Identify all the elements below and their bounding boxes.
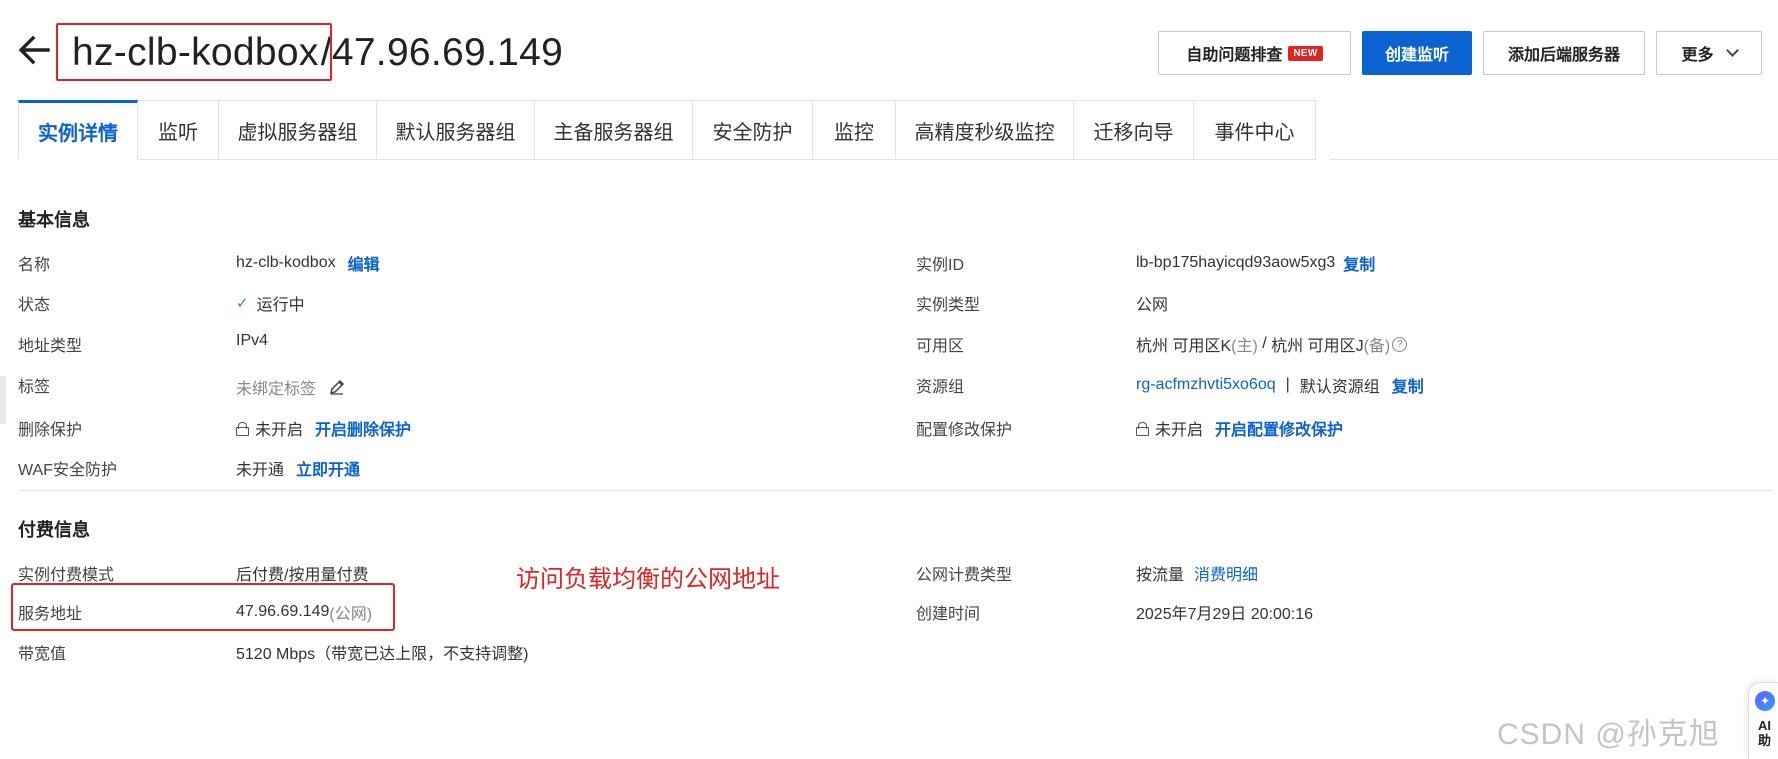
tab-bar: 实例详情 监听 虚拟服务器组 默认服务器组 主备服务器组 安全防护 监控 高精度… — [18, 100, 1316, 160]
tab-primary-backup-server-group[interactable]: 主备服务器组 — [535, 100, 693, 160]
side-collapse-handle[interactable] — [0, 376, 6, 424]
tab-instance-details[interactable]: 实例详情 — [18, 100, 138, 160]
help-question-icon[interactable]: ? — [1392, 336, 1408, 352]
zone-backup-tag: (备) — [1363, 338, 1391, 355]
delete-protection-row: 未开启 开启删除保护 — [236, 416, 411, 440]
config-protection-row: 未开启 开启配置修改保护 — [1136, 416, 1343, 440]
instance-type-label: 实例类型 — [916, 297, 981, 314]
tag-value-row: 未绑定标签 — [236, 375, 346, 399]
resource-group-id-link[interactable]: rg-acfmzhvti5xo6oq — [1136, 376, 1276, 394]
instance-id-row: lb-bp175hayicqd93aow5xg3 复制 — [1136, 251, 1375, 275]
tab-monitoring[interactable]: 监控 — [813, 100, 896, 160]
page-header: hz-clb-kodbox/47.96.69.149 自助问题排查 NEW 创建… — [0, 0, 1778, 100]
self-help-label: 自助问题排查 — [1186, 47, 1283, 64]
basic-info-title: 基本信息 — [18, 210, 90, 230]
bandwidth-value: 5120 Mbps（带宽已达上限，不支持调整) — [236, 646, 529, 663]
ai-assistant-widget[interactable]: ✦ AI 助 — [1748, 682, 1778, 759]
tab-default-server-group[interactable]: 默认服务器组 — [377, 100, 535, 160]
status-label: 状态 — [18, 297, 51, 314]
instance-ip-title: /47.96.69.149 — [320, 31, 564, 74]
check-icon: ✓ — [236, 295, 249, 312]
billing-mode-label: 实例付费模式 — [18, 567, 115, 584]
instance-id-label: 实例ID — [916, 257, 965, 274]
lock-icon — [236, 422, 249, 436]
status-value: 运行中 — [256, 297, 305, 314]
add-backend-server-button[interactable]: 添加后端服务器 — [1483, 31, 1645, 75]
resource-group-row: rg-acfmzhvti5xo6oq | 默认资源组 复制 — [1136, 373, 1424, 397]
annotation-text: 访问负载均衡的公网地址 — [516, 566, 780, 593]
new-badge: NEW — [1288, 45, 1323, 61]
instance-type-value: 公网 — [1136, 297, 1169, 314]
zone-label: 可用区 — [916, 338, 965, 355]
bandwidth-label: 带宽值 — [18, 646, 67, 663]
billing-details-link[interactable]: 消费明细 — [1194, 561, 1258, 585]
enable-waf-link[interactable]: 立即开通 — [296, 456, 360, 480]
tag-label: 标签 — [18, 379, 51, 396]
self-help-button[interactable]: 自助问题排查 NEW — [1158, 31, 1351, 75]
section-divider — [18, 490, 1773, 491]
waf-value: 未开通 — [236, 462, 285, 479]
title-annotation-box — [56, 23, 332, 81]
more-button[interactable]: 更多 — [1656, 31, 1762, 75]
more-label: 更多 — [1681, 47, 1714, 64]
waf-row: 未开通 立即开通 — [236, 456, 360, 480]
address-type-label: 地址类型 — [18, 338, 83, 355]
watermark: CSDN @孙克旭 — [1497, 718, 1720, 751]
address-type-value: IPv4 — [236, 332, 269, 349]
public-billing-type-row: 按流量 消费明细 — [1136, 561, 1258, 585]
billing-info-title: 付费信息 — [18, 520, 90, 540]
public-billing-type-label: 公网计费类型 — [916, 567, 1013, 584]
name-value: hz-clb-kodbox — [236, 254, 336, 271]
name-label: 名称 — [18, 257, 51, 274]
enable-config-protection-link[interactable]: 开启配置修改保护 — [1215, 416, 1343, 440]
zone-row: 杭州 可用区K (主) / 杭州 可用区J (备) ? — [1136, 332, 1408, 356]
copy-instance-id-link[interactable]: 复制 — [1343, 251, 1375, 275]
zone-backup-value: 杭州 可用区J — [1271, 338, 1364, 355]
chevron-down-icon — [1725, 44, 1739, 57]
instance-id-value: lb-bp175hayicqd93aow5xg3 — [1136, 254, 1336, 271]
waf-label: WAF安全防护 — [18, 462, 117, 479]
tab-second-level-monitoring[interactable]: 高精度秒级监控 — [896, 100, 1074, 160]
name-value-row: hz-clb-kodbox 编辑 — [236, 251, 380, 275]
delete-protection-value: 未开启 — [255, 422, 304, 439]
ai-assistant-label: AI 助 — [1758, 718, 1772, 748]
zone-primary-tag: (主) — [1231, 338, 1258, 355]
back-arrow-icon[interactable] — [14, 30, 54, 70]
resource-group-separator: | — [1285, 376, 1290, 393]
zone-primary-value: 杭州 可用区K — [1136, 338, 1232, 355]
service-address-annotation-box — [11, 583, 395, 631]
copy-resource-group-link[interactable]: 复制 — [1392, 373, 1424, 397]
resource-group-name: 默认资源组 — [1299, 379, 1380, 396]
lock-icon — [1136, 422, 1149, 436]
edit-pencil-icon[interactable] — [328, 378, 346, 396]
tab-security[interactable]: 安全防护 — [693, 100, 813, 160]
tab-bar-baseline — [1330, 159, 1778, 160]
enable-delete-protection-link[interactable]: 开启删除保护 — [315, 416, 411, 440]
tab-listeners[interactable]: 监听 — [138, 100, 219, 160]
created-time-label: 创建时间 — [916, 606, 981, 623]
delete-protection-label: 删除保护 — [18, 422, 83, 439]
edit-name-link[interactable]: 编辑 — [348, 251, 380, 275]
public-billing-type-value: 按流量 — [1136, 567, 1185, 584]
tab-event-center[interactable]: 事件中心 — [1194, 100, 1316, 160]
sparkle-icon: ✦ — [1755, 691, 1775, 711]
create-listener-button[interactable]: 创建监听 — [1362, 31, 1472, 75]
config-protection-label: 配置修改保护 — [916, 422, 1013, 439]
config-protection-value: 未开启 — [1155, 422, 1204, 439]
resource-group-label: 资源组 — [916, 379, 965, 396]
tag-value: 未绑定标签 — [236, 381, 317, 398]
tab-migration-wizard[interactable]: 迁移向导 — [1074, 100, 1194, 160]
created-time-value: 2025年7月29日 20:00:16 — [1136, 606, 1314, 623]
tab-virtual-server-groups[interactable]: 虚拟服务器组 — [219, 100, 377, 160]
zone-separator: / — [1257, 335, 1272, 352]
status-value-row: ✓ 运行中 — [236, 291, 305, 315]
billing-mode-value: 后付费/按用量付费 — [236, 567, 369, 584]
